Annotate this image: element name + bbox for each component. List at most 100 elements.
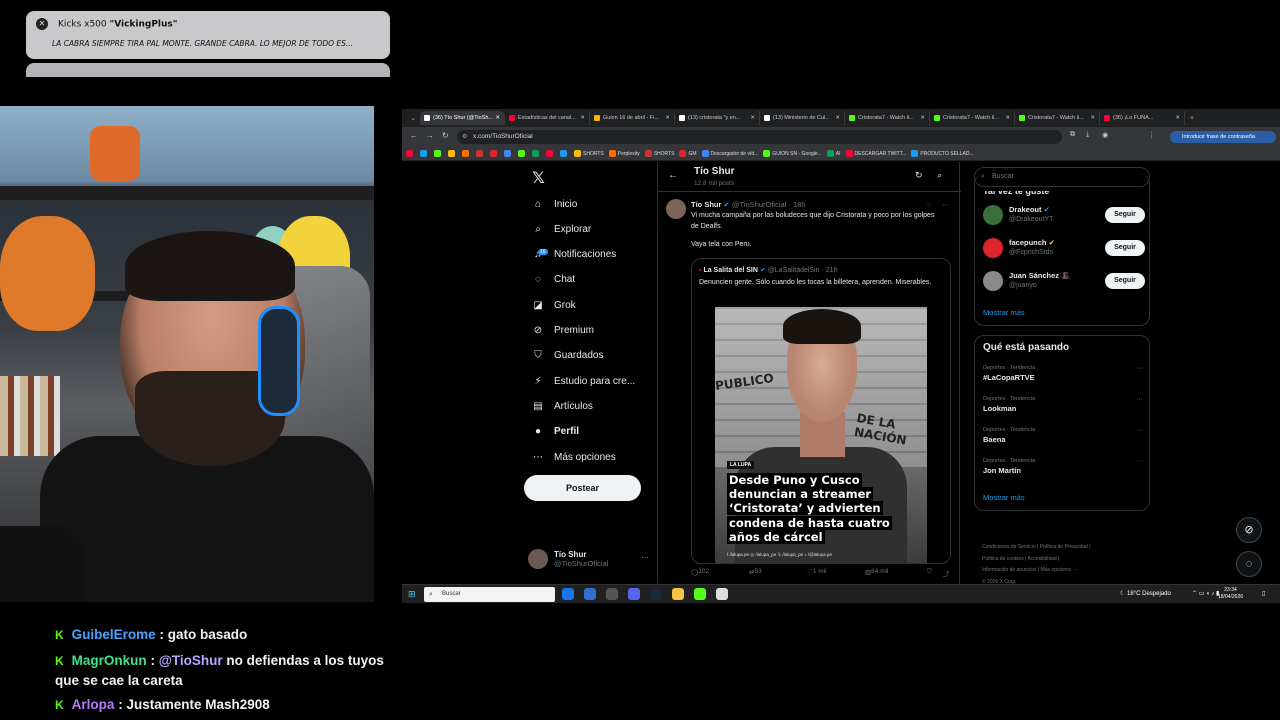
taskbar-search[interactable]: ⌕ Buscar	[424, 587, 555, 602]
tab-close-icon[interactable]: ✕	[1003, 115, 1010, 121]
bookmark-item[interactable]: GM	[679, 150, 697, 157]
browser-tab[interactable]: Cristorata7 - Watch li... ✕	[1015, 111, 1100, 125]
steam-icon[interactable]	[650, 588, 662, 600]
bookmark-icon[interactable]	[448, 150, 457, 157]
nav-item-guardados[interactable]: ⛉ Guardados	[530, 346, 603, 366]
discord-icon[interactable]	[628, 588, 640, 600]
kick-app-icon[interactable]	[694, 588, 706, 600]
bookmark-icon[interactable]	[406, 150, 415, 157]
footer-links[interactable]: Política de cookies | Accesibilidad |	[982, 554, 1142, 566]
bookmark-item[interactable]: AI	[826, 150, 841, 157]
follow-suggestion[interactable]: Drakeout ✔ @DrakeoutYT Seguir	[983, 203, 1145, 227]
windows-start-icon[interactable]: ⊞	[408, 589, 416, 600]
like-button[interactable]: ♡ 1 mil	[807, 568, 827, 576]
notifications-icon[interactable]: ▯	[1262, 590, 1265, 597]
share-icon[interactable]: ⤴	[943, 568, 950, 578]
browser-tab[interactable]: Cristorata7 - Watch li... ✕	[845, 111, 930, 125]
chat-username[interactable]: Arlopa	[72, 697, 115, 712]
bookmark-icon[interactable]	[490, 150, 499, 157]
bookmark-item[interactable]: Descargador de víd...	[701, 150, 758, 157]
bookmark-item[interactable]: DESCARGAR TWITT...	[845, 150, 906, 157]
nav-item-grok[interactable]: ◪ Grok	[530, 295, 575, 315]
notion-icon[interactable]	[716, 588, 728, 600]
menu-icon[interactable]: ⋮	[1148, 131, 1155, 139]
browser-tab[interactable]: (36) ¡Lo FUNA... ✕	[1100, 111, 1185, 125]
bookmark-item[interactable]: GUION SN - Google...	[763, 150, 822, 157]
tab-list-icon[interactable]: ⌄	[406, 114, 420, 122]
show-more-link[interactable]: Mostrar más	[983, 308, 1025, 317]
browser-tab[interactable]: (13) cristorata "y en... ✕	[675, 111, 760, 125]
chat-username[interactable]: GuibelErome	[72, 627, 156, 642]
nav-item-chat[interactable]: ◌ Chat	[530, 270, 575, 290]
browser-tab[interactable]: Guion 16 de abril - Fi... ✕	[590, 111, 675, 125]
more-dots-icon[interactable]: ···	[942, 200, 950, 209]
profile-icon[interactable]: ◉	[1102, 131, 1108, 139]
follow-button[interactable]: Seguir	[1105, 273, 1145, 289]
weather-widget[interactable]: ☾ 18°C Despejado	[1120, 590, 1171, 597]
url-bar[interactable]: ⚙ x.com/TioShurOficial	[457, 130, 1062, 144]
account-switcher[interactable]: Tío Shur @TioShurOficial ···	[528, 547, 653, 571]
forward-icon[interactable]: →	[426, 131, 434, 140]
tab-close-icon[interactable]: ✕	[493, 115, 500, 121]
avatar[interactable]	[983, 205, 1003, 225]
nav-item-artículos[interactable]: ▤ Artículos	[530, 396, 593, 416]
nav-item-explorar[interactable]: ⌕ Explorar	[530, 219, 591, 239]
nav-item-inicio[interactable]: ⌂ Inicio	[530, 194, 577, 214]
refresh-icon[interactable]: ↻	[915, 170, 923, 181]
new-tab-icon[interactable]: +	[1185, 115, 1199, 122]
bookmark-icon[interactable]	[518, 150, 527, 157]
bookmark-icon[interactable]: ⛉	[927, 568, 932, 576]
tab-close-icon[interactable]: ✕	[748, 115, 755, 121]
nav-item-notificaciones[interactable]: ♫ 16 Notificaciones	[530, 245, 616, 265]
password-passphrase-button[interactable]: Introducir frase de contraseña	[1170, 131, 1276, 143]
repost-button[interactable]: ⇄ 53	[749, 568, 762, 576]
nav-item-perfil[interactable]: ● Perfil	[530, 422, 579, 442]
bookmark-icon[interactable]	[420, 150, 429, 157]
bookmark-item[interactable]: SHORTS	[574, 150, 604, 157]
show-more-link[interactable]: Mostrar más	[983, 493, 1025, 502]
close-icon[interactable]: ✕	[36, 18, 48, 30]
more-dots-icon[interactable]: ···	[1136, 458, 1143, 465]
browser-tab[interactable]: Cristorata7 - Watch li... ✕	[930, 111, 1015, 125]
tweet[interactable]: Tío Shur ✔ @TioShurOficial · 18h ◌ ··· V…	[658, 193, 961, 584]
bookmark-icon[interactable]	[504, 150, 513, 157]
nav-item-más-opciones[interactable]: ⋯ Más opciones	[530, 447, 616, 467]
quoted-tweet[interactable]: ▪ La Salita del SIN ✔ @LaSalitadelSin · …	[691, 258, 951, 564]
tweet-time[interactable]: · 18h	[788, 200, 805, 209]
tab-close-icon[interactable]: ✕	[1088, 115, 1095, 121]
reply-button[interactable]: ◯ 102	[691, 568, 709, 576]
footer-links[interactable]: Condiciones de Servicio | Política de Pr…	[982, 542, 1142, 554]
nav-item-estudio-para-cre-[interactable]: ⚡ Estudio para cre...	[530, 371, 635, 391]
obs-icon[interactable]	[606, 588, 618, 600]
follow-button[interactable]: Seguir	[1105, 240, 1145, 256]
extensions-icon[interactable]: ⧉	[1070, 131, 1075, 139]
browser-tab[interactable]: (13) Ministerio de Cul... ✕	[760, 111, 845, 125]
more-dots-icon[interactable]: ···	[1136, 427, 1143, 434]
bookmark-icon[interactable]	[434, 150, 443, 157]
follow-suggestion[interactable]: facepunch ✔ @FcpnchStds Seguir	[983, 236, 1145, 260]
tab-close-icon[interactable]: ✕	[918, 115, 925, 121]
browser-tab[interactable]: Estadísticas del canal... ✕	[505, 111, 590, 125]
post-button[interactable]: Postear	[524, 475, 641, 501]
back-arrow-icon[interactable]: ←	[668, 170, 678, 181]
tab-close-icon[interactable]: ✕	[578, 115, 585, 121]
more-dots-icon[interactable]: ···	[641, 553, 649, 562]
avatar[interactable]	[666, 199, 686, 219]
more-dots-icon[interactable]: ···	[1136, 365, 1143, 372]
grok-fab-icon[interactable]: ⊘	[1236, 517, 1262, 543]
browser-tab[interactable]: (36) Tío Shur (@TioSh... ✕	[420, 111, 505, 125]
trend-item[interactable]: Deportes · Tendencia Baena ···	[983, 427, 1143, 455]
bookmark-icon[interactable]	[476, 150, 485, 157]
edge-icon[interactable]	[584, 588, 596, 600]
chrome-icon[interactable]	[562, 588, 574, 600]
bookmark-icon[interactable]	[546, 150, 555, 157]
download-icon[interactable]: ⤓	[1086, 131, 1089, 139]
bookmark-icon[interactable]	[560, 150, 569, 157]
nav-item-premium[interactable]: ⊘ Premium	[530, 321, 594, 341]
bookmark-item[interactable]: PRODUCTO SELLAD...	[911, 150, 974, 157]
tab-close-icon[interactable]: ✕	[1173, 115, 1180, 121]
avatar[interactable]	[983, 271, 1003, 291]
follow-button[interactable]: Seguir	[1105, 207, 1145, 223]
views-button[interactable]: ▥ 84 mil	[865, 568, 889, 576]
more-dots-icon[interactable]: ···	[1136, 396, 1143, 403]
